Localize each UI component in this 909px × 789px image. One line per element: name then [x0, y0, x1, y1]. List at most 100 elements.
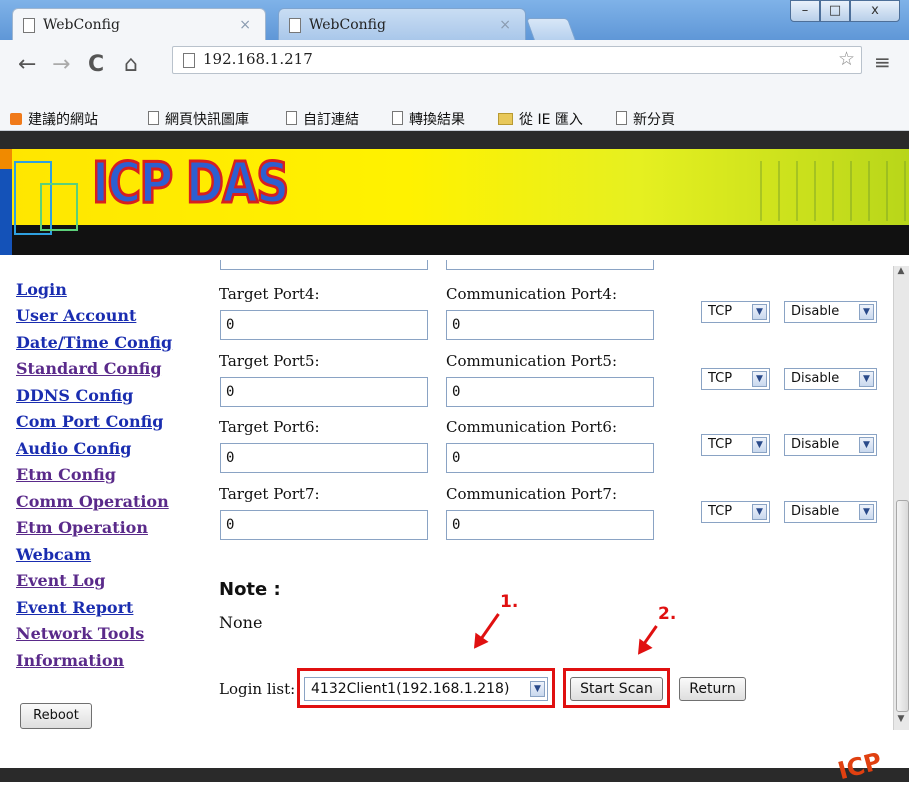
bookmark-item[interactable]: 建議的網站	[10, 109, 98, 129]
enable-value: Disable	[791, 504, 840, 519]
login-list-select[interactable]: 4132Client1(192.168.1.218) ▼	[304, 677, 548, 701]
page-icon	[23, 18, 35, 33]
comm-port3-input[interactable]	[446, 260, 654, 270]
sidebar-link-etm-config[interactable]: Etm Config	[16, 465, 116, 484]
logo-square-icon	[40, 183, 78, 231]
return-button[interactable]: Return	[679, 677, 746, 701]
scroll-up-arrow-icon[interactable]: ▲	[893, 266, 909, 282]
page-footer-bar	[0, 768, 909, 782]
sidebar-link-comm-operation[interactable]: Comm Operation	[16, 492, 169, 511]
maximize-button[interactable]: □	[820, 0, 850, 22]
scroll-down-arrow-icon[interactable]: ▼	[893, 714, 909, 730]
suggested-sites-icon	[10, 113, 22, 125]
sidebar-link-event-report[interactable]: Event Report	[16, 598, 133, 617]
scrollbar-thumb[interactable]	[896, 500, 909, 712]
sidebar-link-datetime-config[interactable]: Date/Time Config	[16, 333, 172, 352]
address-bar[interactable]: 192.168.1.217 ☆	[172, 46, 862, 74]
page-icon	[616, 111, 627, 125]
bookmark-item[interactable]: 新分頁	[616, 109, 675, 129]
protocol-select[interactable]: TCP ▼	[701, 434, 770, 456]
close-tab-icon[interactable]: ×	[499, 9, 511, 41]
reload-icon[interactable]: C	[88, 52, 104, 77]
sidebar-link-audio-config[interactable]: Audio Config	[16, 439, 131, 458]
forward-arrow-icon[interactable]: →	[52, 52, 70, 77]
enable-value: Disable	[791, 371, 840, 386]
enable-select[interactable]: Disable ▼	[784, 501, 877, 523]
menu-icon[interactable]: ≡	[874, 50, 891, 74]
sidebar-link-user-account[interactable]: User Account	[16, 306, 136, 325]
comm-port-label: Communication Port5:	[446, 352, 618, 370]
bookmark-star-icon[interactable]: ☆	[838, 48, 855, 70]
tab-title: WebConfig	[43, 17, 120, 33]
reboot-button[interactable]: Reboot	[20, 703, 92, 729]
protocol-select[interactable]: TCP ▼	[701, 501, 770, 523]
new-tab-button[interactable]	[525, 18, 577, 41]
close-window-button[interactable]: x	[850, 0, 900, 22]
target-port-label: Target Port5:	[219, 352, 320, 370]
comm-port-input[interactable]: 0	[446, 310, 654, 340]
note-body: None	[219, 613, 263, 632]
protocol-value: TCP	[708, 371, 733, 386]
login-list-label: Login list:	[219, 680, 296, 698]
banner-orange-block	[0, 149, 12, 169]
chevron-down-icon: ▼	[752, 371, 767, 387]
home-icon[interactable]: ⌂	[124, 52, 138, 77]
chevron-down-icon: ▼	[752, 304, 767, 320]
start-scan-button[interactable]: Start Scan	[570, 677, 663, 701]
chevron-down-icon: ▼	[859, 371, 874, 387]
bookmark-label: 從 IE 匯入	[519, 112, 583, 128]
protocol-select[interactable]: TCP ▼	[701, 368, 770, 390]
sidebar-link-com-port-config[interactable]: Com Port Config	[16, 412, 163, 431]
tab-title: WebConfig	[309, 17, 386, 33]
target-port-input[interactable]: 0	[220, 310, 428, 340]
enable-value: Disable	[791, 304, 840, 319]
protocol-select[interactable]: TCP ▼	[701, 301, 770, 323]
target-port-input[interactable]: 0	[220, 510, 428, 540]
bookmark-folder[interactable]: 從 IE 匯入	[498, 109, 583, 129]
banner-decoration	[760, 161, 909, 221]
minimize-button[interactable]: –	[790, 0, 820, 22]
sidebar-link-standard-config[interactable]: Standard Config	[16, 359, 162, 378]
tab-webconfig-active[interactable]: WebConfig ×	[12, 8, 266, 40]
sidebar-link-ddns-config[interactable]: DDNS Config	[16, 386, 133, 405]
bookmark-item[interactable]: 網頁快訊圖庫	[148, 109, 249, 129]
protocol-value: TCP	[708, 437, 733, 452]
page-icon	[392, 111, 403, 125]
sidebar-link-login[interactable]: Login	[16, 280, 67, 299]
login-list-value: 4132Client1(192.168.1.218)	[311, 681, 510, 697]
chevron-down-icon: ▼	[530, 681, 545, 697]
enable-select[interactable]: Disable ▼	[784, 434, 877, 456]
enable-select[interactable]: Disable ▼	[784, 301, 877, 323]
comm-port-input[interactable]: 0	[446, 443, 654, 473]
bookmark-label: 建議的網站	[28, 112, 98, 128]
bookmark-item[interactable]: 轉換結果	[392, 109, 465, 129]
sidebar-link-event-log[interactable]: Event Log	[16, 571, 105, 590]
comm-port-input[interactable]: 0	[446, 510, 654, 540]
bookmark-label: 網頁快訊圖庫	[165, 112, 249, 128]
target-port-input[interactable]: 0	[220, 377, 428, 407]
close-tab-icon[interactable]: ×	[239, 9, 251, 41]
sidebar-link-information[interactable]: Information	[16, 651, 124, 670]
target-port-label: Target Port6:	[219, 418, 320, 436]
comm-port-label: Communication Port4:	[446, 285, 618, 303]
bookmark-item[interactable]: 自訂連結	[286, 109, 359, 129]
url-text: 192.168.1.217	[203, 50, 313, 68]
enable-select[interactable]: Disable ▼	[784, 368, 877, 390]
step2-annotation: 2.	[658, 604, 677, 624]
step1-arrowhead-icon	[467, 632, 489, 654]
sidebar-link-webcam[interactable]: Webcam	[16, 545, 91, 564]
banner-bottom-strip	[0, 225, 909, 255]
comm-port-label: Communication Port7:	[446, 485, 618, 503]
comm-port-input[interactable]: 0	[446, 377, 654, 407]
protocol-value: TCP	[708, 504, 733, 519]
target-port-input[interactable]: 0	[220, 443, 428, 473]
sidebar-link-network-tools[interactable]: Network Tools	[16, 624, 144, 643]
step1-annotation: 1.	[500, 592, 519, 612]
tab-webconfig-inactive[interactable]: WebConfig ×	[278, 8, 526, 40]
back-arrow-icon[interactable]: ←	[18, 52, 36, 77]
sidebar-link-etm-operation[interactable]: Etm Operation	[16, 518, 148, 537]
chevron-down-icon: ▼	[752, 437, 767, 453]
comm-port-label: Communication Port6:	[446, 418, 618, 436]
target-port3-input[interactable]	[220, 260, 428, 270]
icpdas-logo: ICP DAS	[91, 150, 291, 218]
